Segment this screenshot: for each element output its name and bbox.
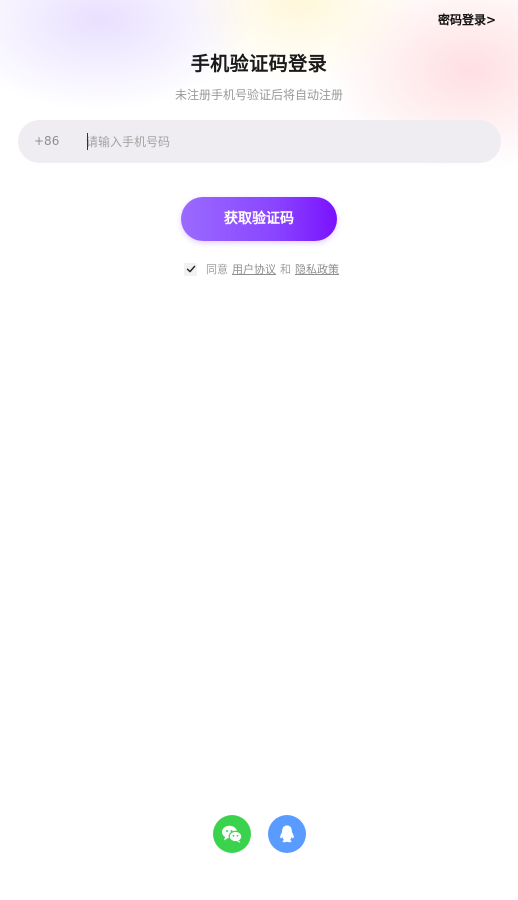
user-agreement-link[interactable]: 用户协议 — [232, 261, 276, 277]
privacy-policy-link[interactable]: 隐私政策 — [295, 261, 339, 277]
page-title: 手机验证码登录 — [190, 53, 328, 75]
page-subtitle: 未注册手机号验证后将自动注册 — [174, 88, 343, 102]
password-login-link[interactable]: 密码登录> — [438, 11, 496, 28]
country-code-prefix[interactable]: +86 — [34, 120, 59, 163]
qq-icon — [280, 825, 294, 843]
wechat-login-button[interactable] — [213, 815, 251, 853]
agreement-row: 同意 用户协议 和 隐私政策 — [184, 261, 343, 277]
phone-input[interactable] — [86, 120, 486, 163]
phone-input-row[interactable]: +86 — [18, 120, 501, 163]
wechat-icon — [222, 825, 243, 843]
agreement-prefix: 同意 — [206, 263, 228, 276]
agreement-and: 和 — [280, 263, 291, 276]
login-screen: 密码登录> 手机验证码登录 未注册手机号验证后将自动注册 +86 获取验证码 同… — [0, 0, 518, 900]
agreement-checkbox[interactable] — [184, 262, 197, 276]
qq-login-button[interactable] — [268, 815, 306, 853]
get-code-button[interactable]: 获取验证码 — [181, 197, 337, 241]
text-caret — [87, 133, 88, 150]
checkmark-icon — [186, 265, 195, 273]
